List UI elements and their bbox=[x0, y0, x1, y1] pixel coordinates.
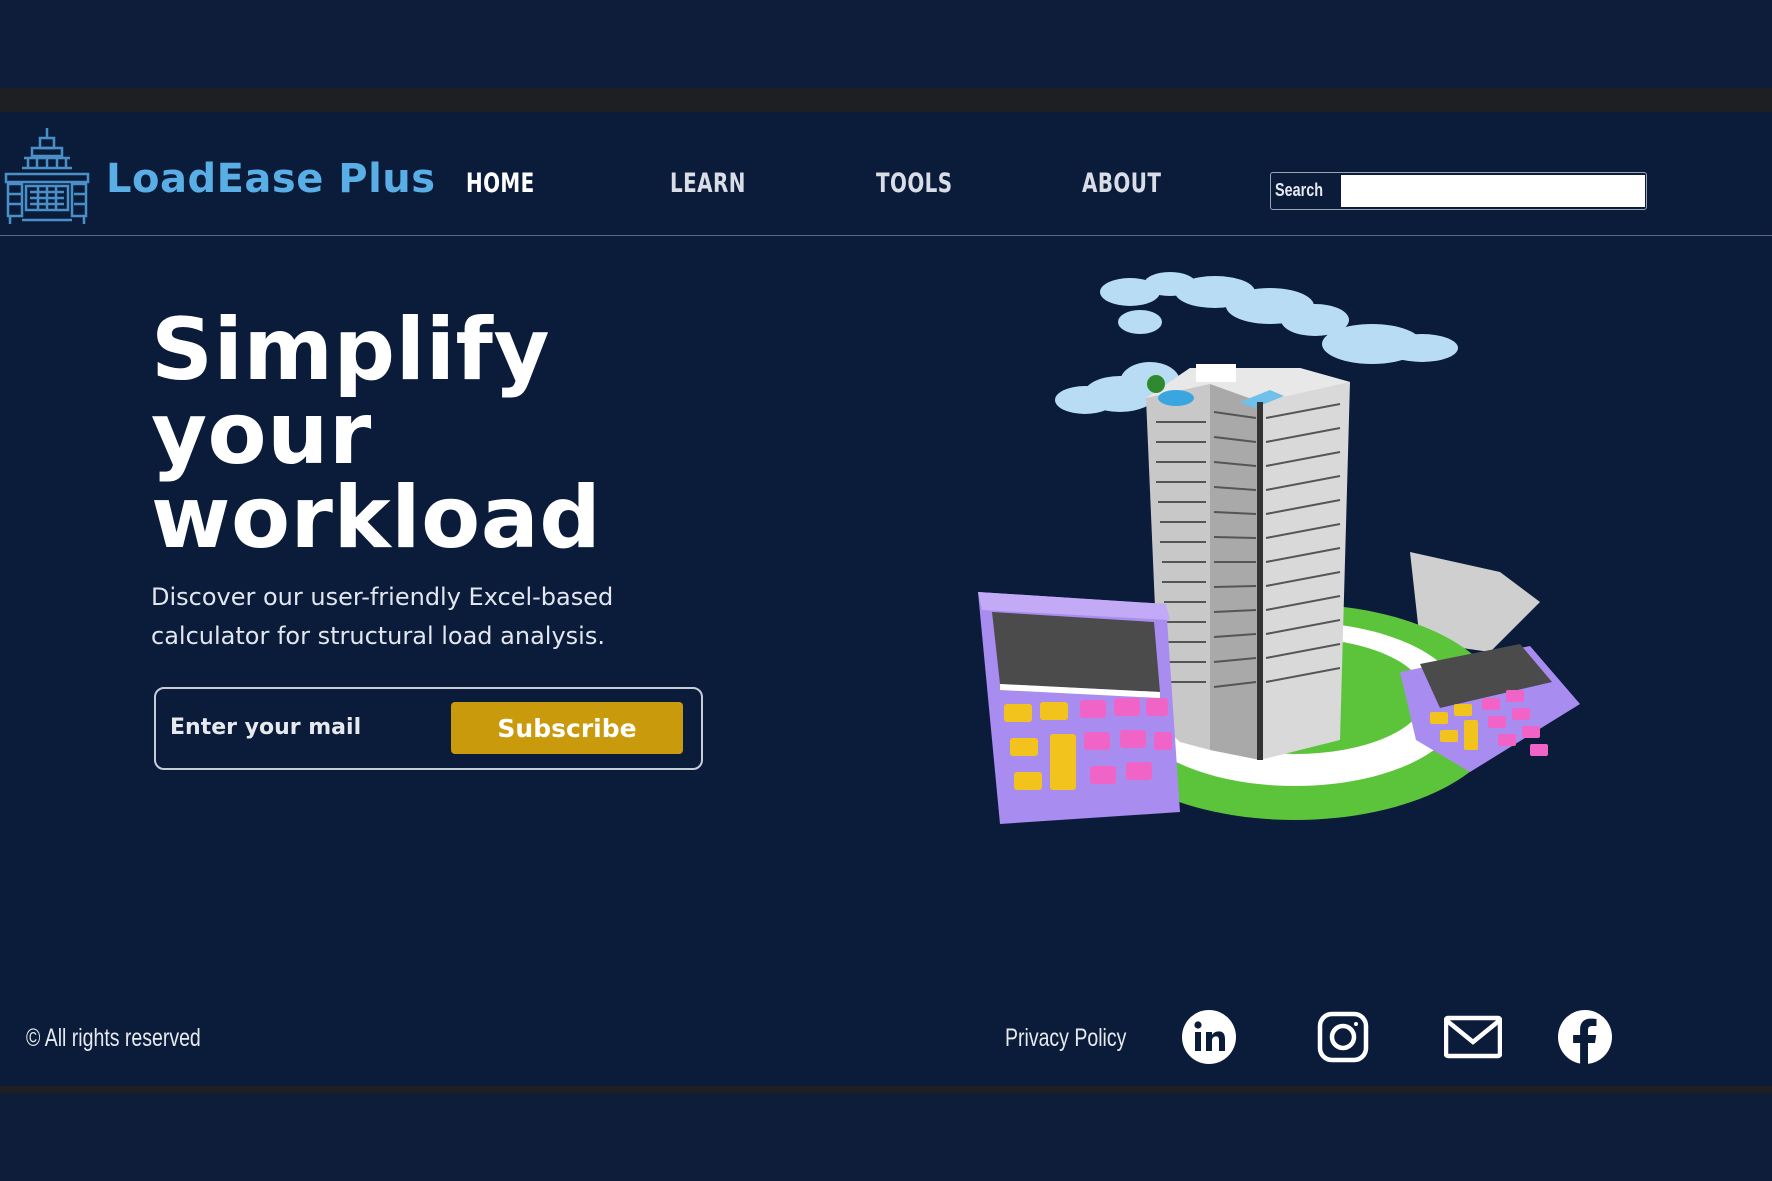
facebook-icon[interactable] bbox=[1556, 1008, 1614, 1066]
search-box: Search bbox=[1270, 172, 1647, 210]
search-label: Search bbox=[1275, 180, 1324, 200]
hero-title: Simplify your workload bbox=[151, 300, 711, 568]
instagram-icon[interactable] bbox=[1314, 1008, 1372, 1066]
top-letterbox bbox=[0, 0, 1772, 88]
hero-title-line: Simplify bbox=[151, 300, 551, 400]
nav-learn[interactable]: LEARN bbox=[670, 168, 746, 199]
subscribe-button[interactable]: Subscribe bbox=[451, 702, 683, 754]
hero-title-line: workload bbox=[151, 468, 602, 568]
bridge-logo-icon[interactable] bbox=[2, 124, 92, 228]
mail-icon[interactable] bbox=[1444, 1008, 1502, 1066]
hero-title-line: your bbox=[151, 384, 372, 484]
copyright-text: © All rights reserved bbox=[26, 1024, 201, 1052]
bottom-divider-strip bbox=[0, 1086, 1772, 1094]
email-field[interactable] bbox=[170, 709, 450, 745]
landing-page: LoadEase Plus HOME LEARN TOOLS ABOUT Sea… bbox=[0, 112, 1772, 1086]
privacy-policy-link[interactable]: Privacy Policy bbox=[1005, 1024, 1126, 1053]
brand-name[interactable]: LoadEase Plus bbox=[106, 156, 436, 202]
hero-subtitle: Discover our user-friendly Excel-based c… bbox=[151, 583, 614, 650]
nav-tools[interactable]: TOOLS bbox=[876, 168, 953, 199]
site-header: LoadEase Plus HOME LEARN TOOLS ABOUT Sea… bbox=[0, 112, 1772, 236]
linkedin-icon[interactable] bbox=[1180, 1008, 1238, 1066]
subscribe-form: Subscribe bbox=[154, 687, 703, 770]
top-divider-strip bbox=[0, 88, 1772, 112]
bottom-letterbox bbox=[0, 1094, 1772, 1181]
nav-home[interactable]: HOME bbox=[466, 168, 535, 199]
building-calculators-illustration bbox=[978, 272, 1580, 824]
search-input[interactable] bbox=[1341, 175, 1645, 207]
nav-about[interactable]: ABOUT bbox=[1082, 168, 1161, 199]
